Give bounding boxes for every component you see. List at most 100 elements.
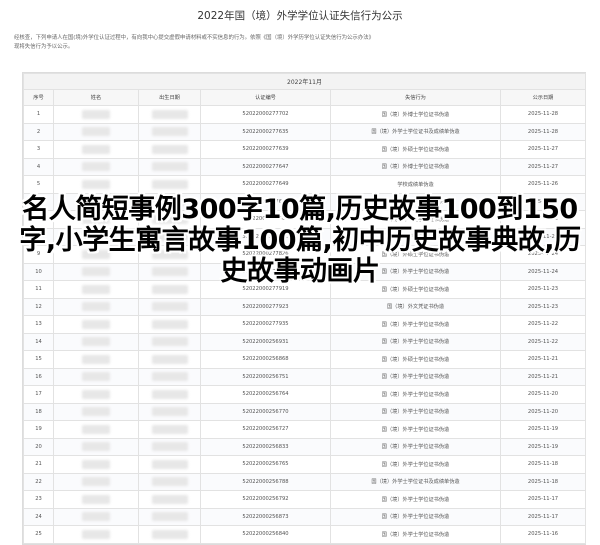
table-row: 15 52022000256868 国（境）外硕士学位证书伪造 2025-11-21 (23, 350, 586, 369)
cell-behavior: 国（境）外学士学位证书伪造 (330, 437, 501, 456)
table-row: 18 52022000256770 国（境）外学士学位证书伪造 2025-11-20 (23, 402, 586, 421)
cell-cert-id: 52022000256765 (200, 455, 331, 474)
cell-date: 2025-11-22 (500, 332, 586, 351)
notice-text: 经核查，下列申请人在国(境)外学位认证过程中，有向我中心提交虚假申请材料或不实信… (14, 34, 588, 52)
cell-name (53, 420, 139, 439)
redacted-blur (151, 372, 188, 382)
redacted-blur (151, 424, 188, 434)
cell-cert-id: 52022000256788 (200, 472, 331, 491)
cell-birthdate (138, 490, 201, 509)
notice-line-2: 现将失信行为予以公示。 (14, 44, 74, 50)
cell-behavior: 国（境）外博士学位证书伪造 (330, 157, 501, 176)
table-row: 3 52022000277639 国（境）外硕士学位证书伪造 2025-11-27 (23, 140, 586, 159)
cell-date: 2025-11-17 (500, 490, 586, 509)
cell-birthdate (138, 157, 201, 176)
table-row: 16 52022000256751 国（境）外学士学位证书伪造 2025-11-21 (23, 367, 586, 386)
redacted-blur (82, 179, 110, 189)
redacted-blur (151, 512, 188, 522)
cell-name (53, 385, 139, 404)
cell-no: 19 (23, 420, 54, 439)
cell-birthdate (138, 385, 201, 404)
cell-name (53, 507, 139, 526)
table-row: 25 52022000256840 国（境）外学士学位证书伪造 2025-11-16 (23, 525, 586, 544)
cell-cert-id: 52022000277649 (200, 175, 331, 194)
redacted-blur (151, 144, 188, 154)
cell-behavior: 国（境）外学士学位证书伪造 (330, 525, 501, 544)
cell-behavior: 国（境）外文凭证书伪造 (330, 297, 501, 316)
redacted-blur (151, 442, 188, 452)
table-row: 2 52022000277635 国（境）外学士学位证书及成绩单伪造 2025-11-… (23, 122, 586, 141)
cell-cert-id: 52022000277702 (200, 105, 331, 124)
cell-birthdate (138, 525, 201, 544)
redacted-blur (151, 127, 188, 137)
table-caption: 2022年11月 (23, 73, 586, 90)
cell-no: 1 (23, 105, 54, 124)
cell-cert-id: 52022000256840 (200, 525, 331, 544)
cell-cert-id: 52022000256792 (200, 490, 331, 509)
cell-name (53, 490, 139, 509)
cell-birthdate (138, 332, 201, 351)
table-row: 20 52022000256833 国（境）外学士学位证书伪造 2025-11-19 (23, 437, 586, 456)
redacted-blur (151, 162, 188, 172)
cell-name (53, 437, 139, 456)
cell-date: 2025-11-21 (500, 350, 586, 369)
cell-birthdate (138, 402, 201, 421)
cell-cert-id: 52022000256751 (200, 367, 331, 386)
cell-name (53, 525, 139, 544)
cell-date: 2025-11-19 (500, 437, 586, 456)
cell-no: 2 (23, 122, 54, 141)
redacted-blur (82, 109, 110, 119)
redacted-blur (151, 109, 188, 119)
cell-no: 20 (23, 437, 54, 456)
redacted-blur (82, 529, 110, 539)
column-header-birthdate: 出生日期 (138, 89, 201, 106)
cell-cert-id: 52022000256833 (200, 437, 331, 456)
cell-date: 2025-11-18 (500, 455, 586, 474)
cell-no: 14 (23, 332, 54, 351)
cell-date: 2025-11-28 (500, 105, 586, 124)
cell-cert-id: 52022000277639 (200, 140, 331, 159)
table-header-row: 序号 姓名 出生日期 认证编号 失信行为 公示日期 (23, 89, 586, 106)
cell-behavior: 国（境）外硕士学位证书伪造 (330, 350, 501, 369)
redacted-blur (151, 494, 188, 504)
redacted-blur (82, 354, 110, 364)
redacted-blur (82, 127, 110, 137)
cell-name (53, 297, 139, 316)
redacted-blur (151, 389, 188, 399)
cell-behavior: 国（境）外学士学位证书伪造 (330, 455, 501, 474)
cell-date: 2025-11-28 (500, 122, 586, 141)
cell-cert-id: 52022000277923 (200, 297, 331, 316)
disclosure-table: 2022年11月 序号 姓名 出生日期 认证编号 失信行为 公示日期 1 5202… (22, 72, 586, 545)
cell-behavior: 国（境）外学士学位证书伪造 (330, 315, 501, 334)
cell-birthdate (138, 350, 201, 369)
cell-behavior: 国（境）外学士学位证书及成绩单伪造 (330, 122, 501, 141)
cell-name (53, 105, 139, 124)
cell-date: 2025-11-20 (500, 385, 586, 404)
cell-name (53, 350, 139, 369)
cell-date: 2025-11-27 (500, 140, 586, 159)
table-row: 22 52022000256788 国（境）外学士学位证书及成绩单伪造 2025-11… (23, 472, 586, 491)
cell-birthdate (138, 105, 201, 124)
table-row: 24 52022000256873 国（境）外学士学位证书伪造 2025-11-17 (23, 507, 586, 526)
table-row: 14 52022000256931 国（境）外学士学位证书伪造 2025-11-22 (23, 332, 586, 351)
cell-birthdate (138, 175, 201, 194)
table-caption-row: 2022年11月 (23, 73, 586, 90)
cell-birthdate (138, 472, 201, 491)
cell-behavior: 国（境）外学士学位证书伪造 (330, 385, 501, 404)
cell-date: 2025-11-23 (500, 297, 586, 316)
redacted-blur (82, 389, 110, 399)
cell-behavior: 国（境）外学士学位证书伪造 (330, 332, 501, 351)
redacted-blur (151, 354, 188, 364)
redacted-blur (82, 372, 110, 382)
cell-birthdate (138, 420, 201, 439)
cell-no: 13 (23, 315, 54, 334)
cell-no: 21 (23, 455, 54, 474)
cell-name (53, 455, 139, 474)
cell-no: 17 (23, 385, 54, 404)
cell-birthdate (138, 297, 201, 316)
column-header-behavior: 失信行为 (330, 89, 501, 106)
cell-no: 22 (23, 472, 54, 491)
table-row: 23 52022000256792 国（境）外学士学位证书伪造 2025-11-17 (23, 490, 586, 509)
cell-name (53, 140, 139, 159)
table-row: 1 52022000277702 国（境）外博士学位证书伪造 2025-11-28 (23, 105, 586, 124)
